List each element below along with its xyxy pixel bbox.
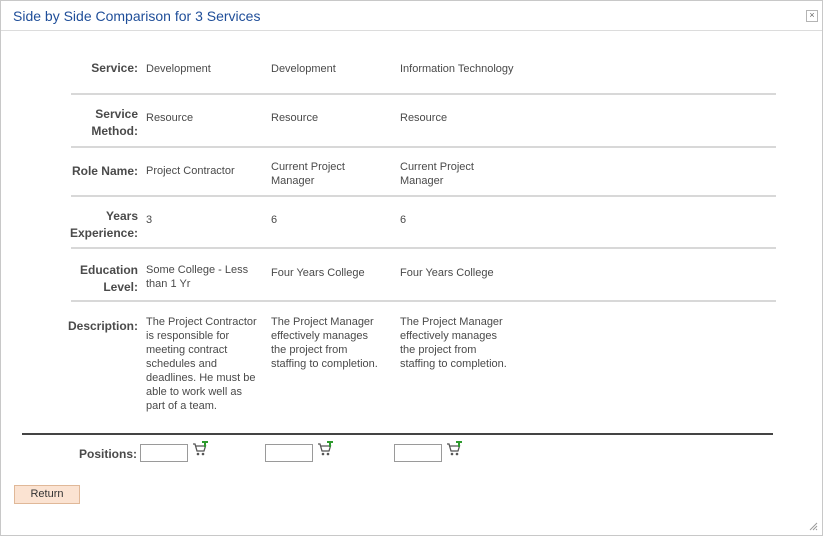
row-service-method: Service Method: Resource Resource Resour…	[71, 95, 776, 148]
label-service: Service:	[91, 61, 138, 75]
positions-input-1[interactable]	[140, 444, 188, 462]
label-service-method: Service Method:	[91, 107, 138, 138]
resize-grip-icon[interactable]	[809, 522, 818, 531]
description-value-3: The Project Manager effectively manages …	[400, 316, 507, 370]
add-to-cart-icon[interactable]	[192, 441, 208, 457]
description-value-2: The Project Manager effectively manages …	[271, 316, 378, 370]
role-name-value-2: Current Project Manager	[271, 161, 345, 187]
service-method-value-1: Resource	[146, 112, 194, 124]
comparison-dialog: Side by Side Comparison for 3 Services ×…	[0, 0, 823, 536]
service-value-2: Development	[271, 63, 336, 75]
label-role-name: Role Name:	[71, 164, 138, 178]
role-name-value-1: Project Contractor	[146, 165, 235, 177]
section-divider	[22, 433, 773, 435]
row-education-level: Education Level: Some College - Less tha…	[71, 249, 776, 302]
education-level-value-3: Four Years College	[400, 267, 494, 279]
row-description: Description: The Project Contractor is r…	[68, 302, 776, 422]
close-icon[interactable]: ×	[806, 10, 818, 22]
education-level-value-2: Four Years College	[271, 267, 365, 279]
service-method-value-3: Resource	[400, 112, 448, 124]
positions-input-2[interactable]	[265, 444, 313, 462]
label-years-experience: Years Experience:	[69, 209, 138, 240]
years-experience-value-1: 3	[146, 214, 153, 226]
row-service: Service: Development Development Informa…	[71, 57, 776, 95]
years-experience-value-3: 6	[400, 214, 407, 226]
role-name-value-3: Current Project Manager	[400, 161, 474, 187]
return-button[interactable]: Return	[14, 485, 80, 504]
service-value-1: Development	[146, 63, 211, 75]
add-to-cart-icon[interactable]	[317, 441, 333, 457]
years-experience-value-2: 6	[271, 214, 278, 226]
positions-input-3[interactable]	[394, 444, 442, 462]
dialog-title: Side by Side Comparison for 3 Services	[13, 8, 261, 24]
positions-label: Positions:	[79, 447, 138, 461]
dialog-titlebar: Side by Side Comparison for 3 Services ×	[1, 1, 822, 31]
description-value-1: The Project Contractor is responsible fo…	[146, 316, 257, 412]
row-role-name: Role Name: Project Contractor Current Pr…	[71, 148, 776, 197]
service-method-value-2: Resource	[271, 112, 319, 124]
label-education-level: Education Level:	[79, 263, 138, 294]
service-value-3: Information Technology	[400, 63, 514, 75]
education-level-value-1: Some College - Less than 1 Yr	[146, 264, 249, 290]
label-description: Description:	[67, 319, 138, 333]
add-to-cart-icon[interactable]	[446, 441, 462, 457]
row-years-experience: Years Experience: 3 6 6	[70, 197, 776, 249]
